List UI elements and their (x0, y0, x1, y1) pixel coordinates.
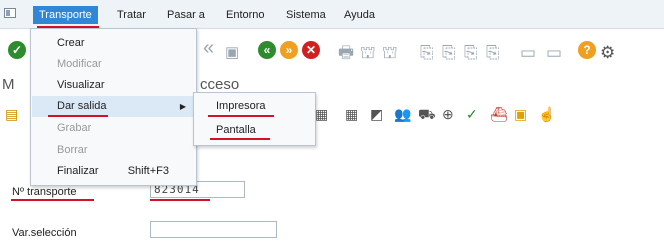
transport-number-label: Nº transporte (12, 186, 77, 198)
annotation-underline-transport-label (11, 199, 94, 201)
menu-tratar[interactable]: Tratar (117, 9, 146, 21)
annotation-underline-transport-value (150, 199, 210, 201)
menu-transporte[interactable]: Transporte (33, 6, 98, 24)
annotation-underline-transporte (37, 26, 99, 28)
first-page-icon[interactable]: ⎘ (420, 44, 434, 61)
clock-icon[interactable]: ⊕ (442, 106, 454, 122)
flash-icon[interactable]: ▣ (514, 106, 527, 122)
save-disk-icon[interactable]: ▣ (225, 44, 239, 61)
menu-ayuda[interactable]: Ayuda (344, 9, 375, 21)
truck-icon[interactable]: ⛟ (418, 106, 436, 122)
exit-icon[interactable]: » (280, 41, 298, 59)
menu-pasar-a[interactable]: Pasar a (167, 9, 205, 21)
back-icon[interactable]: « (258, 41, 276, 59)
create-session-icon[interactable]: ▭ (520, 44, 536, 61)
hand-icon[interactable]: ☝ (538, 106, 555, 122)
menu-sistema[interactable]: Sistema (286, 9, 326, 21)
document-icon[interactable]: ▦ (315, 106, 328, 122)
previous-page-icon[interactable]: ⎘ (442, 44, 456, 61)
find-next-icon[interactable]: ⛫ (382, 44, 398, 61)
menu-item-finalizar-label: Finalizar (57, 165, 99, 177)
annotation-underline-impresora (208, 115, 274, 117)
menu-item-finalizar[interactable]: Finalizar Shift+F3 (32, 161, 195, 182)
annotation-underline-pantalla (210, 138, 270, 140)
selection-variant-input[interactable] (150, 221, 277, 238)
menu-item-grabar[interactable]: Grabar (32, 118, 195, 139)
menu-item-modificar[interactable]: Modificar (32, 54, 195, 75)
display-icon[interactable]: ▤ (5, 106, 18, 122)
annotation-underline-dar-salida (48, 115, 108, 117)
print-icon[interactable]: 🖶 (338, 44, 354, 61)
enter-checkmark-icon[interactable]: ✓ (8, 41, 26, 59)
find-icon[interactable]: ⛫ (360, 44, 376, 61)
menu-item-visualizar[interactable]: Visualizar (32, 75, 195, 96)
page-title-prefix: M (2, 76, 15, 93)
menu-item-borrar[interactable]: Borrar (32, 140, 195, 161)
menu-entorno[interactable]: Entorno (226, 9, 265, 21)
menu-bar: Transporte Tratar Pasar a Entorno Sistem… (0, 0, 664, 29)
menu-item-dar-salida[interactable]: Dar salida ▶ (32, 96, 195, 117)
users-icon[interactable]: 👥 (394, 106, 411, 122)
back-double-chevron-icon[interactable]: « (203, 38, 214, 58)
bus-icon[interactable]: ⛴ (490, 106, 508, 122)
check-x-icon[interactable]: ✓ (466, 106, 478, 122)
selection-variant-label: Var.selección (12, 227, 77, 239)
last-page-icon[interactable]: ⎘ (486, 44, 500, 61)
shortcut-icon[interactable]: ▭ (546, 44, 562, 61)
cancel-icon[interactable]: ✕ (302, 41, 320, 59)
next-page-icon[interactable]: ⎘ (464, 44, 478, 61)
help-icon[interactable]: ? (578, 41, 596, 59)
submenu-arrow-icon: ▶ (179, 102, 186, 111)
chart-icon[interactable]: ◩ (370, 106, 383, 122)
menu-item-finalizar-shortcut: Shift+F3 (127, 165, 169, 177)
menu-item-crear[interactable]: Crear (32, 33, 195, 54)
menu-item-dar-salida-label: Dar salida (57, 100, 107, 112)
transporte-menu: Crear Modificar Visualizar Dar salida ▶ … (30, 28, 197, 186)
calendar-icon[interactable]: ▦ (345, 106, 358, 122)
settings-gear-icon[interactable]: ⚙ (600, 44, 615, 61)
system-menu-icon[interactable] (4, 8, 16, 18)
